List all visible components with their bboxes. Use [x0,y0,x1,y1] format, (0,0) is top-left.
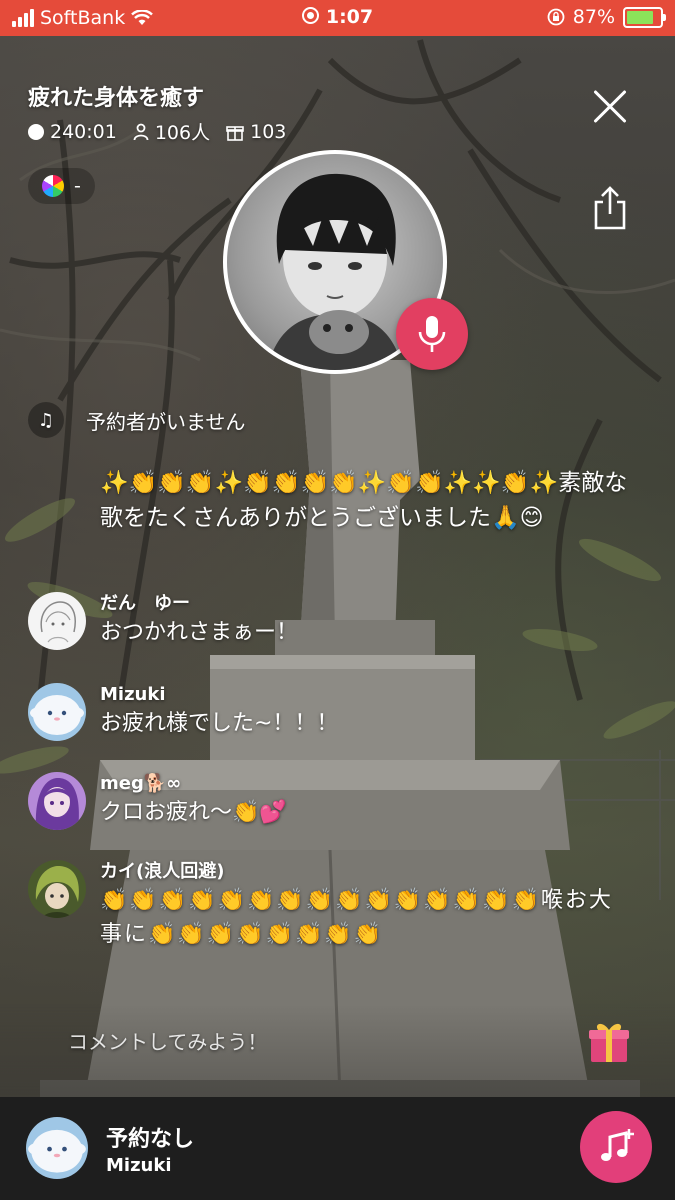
battery-percent: 87% [572,6,615,28]
duration: 240:01 [50,120,117,143]
chat-message: カイ(浪人回避) 👏👏👏👏👏👏👏👏👏👏👏👏👏👏👏喉お大事に👏👏👏👏👏👏👏👏 [28,860,638,952]
status-bar: SoftBank 1:07 87% [0,0,675,36]
comment-text: クロお疲れ〜👏💕 [100,800,287,825]
avatar[interactable] [28,860,86,918]
now-playing-title: 予約なし [106,1127,195,1152]
comment-text: お疲れ様でした~！！！ [100,711,339,736]
comment-text: 👏👏👏👏👏👏👏👏👏👏👏👏👏👏👏喉お大事に👏👏👏👏👏👏👏👏 [100,888,613,947]
genre-chip[interactable]: - [28,168,95,204]
orientation-lock-icon [547,8,565,26]
music-add-icon [601,1129,634,1161]
comment-text: おつかれさまぁー！ [100,620,299,645]
commenter-name: Mizuki [100,684,166,705]
battery-icon [623,6,666,28]
screen-recording-icon [301,7,319,24]
room-title: 疲れた身体を癒す [28,86,205,111]
genre-label: - [74,175,81,197]
avatar[interactable] [28,772,86,830]
avatar[interactable] [26,1117,88,1179]
commenter-name: カイ(浪人回避) [100,861,225,882]
clock: 1:07 [325,6,374,28]
gift-icon[interactable] [586,1018,632,1064]
gift-count-icon [226,125,244,141]
commenter-name: だん ゆー [100,593,190,614]
commenter-name: meg🐕∞ [100,773,182,794]
close-button[interactable] [592,88,628,124]
queue-label: 予約者がいません [86,409,246,434]
person-icon [133,123,149,140]
chat-message: meg🐕∞ クロお疲れ〜👏💕 [28,772,638,830]
add-song-button[interactable] [580,1111,652,1183]
avatar[interactable] [28,683,86,741]
queue-status[interactable]: ♫ 予約者がいません [28,402,245,438]
microphone-icon [418,316,446,352]
share-icon[interactable] [590,184,630,232]
avatar[interactable] [28,592,86,650]
now-playing-user: Mizuki [106,1155,172,1176]
listener-count: 106人 [154,122,211,144]
gift-count: 103 [250,120,287,143]
live-dot-icon [28,123,44,140]
comment-input[interactable]: コメントしてみよう！ [68,1026,548,1055]
now-playing-bar[interactable]: 予約なし Mizuki [0,1097,675,1200]
genre-ball-icon [42,175,64,197]
system-message: ✨👏👏👏✨👏👏👏👏✨👏👏✨✨👏✨素敵な歌をたくさんありがとうございました🙏😊 [100,470,628,531]
chat-message: Mizuki お疲れ様でした~！！！ [28,683,638,741]
music-note-icon: ♫ [28,402,64,438]
chat-message: だん ゆー おつかれさまぁー！ [28,592,638,650]
microphone-button[interactable] [396,298,468,370]
room-stats: 240:01 106人 103 [28,118,286,145]
